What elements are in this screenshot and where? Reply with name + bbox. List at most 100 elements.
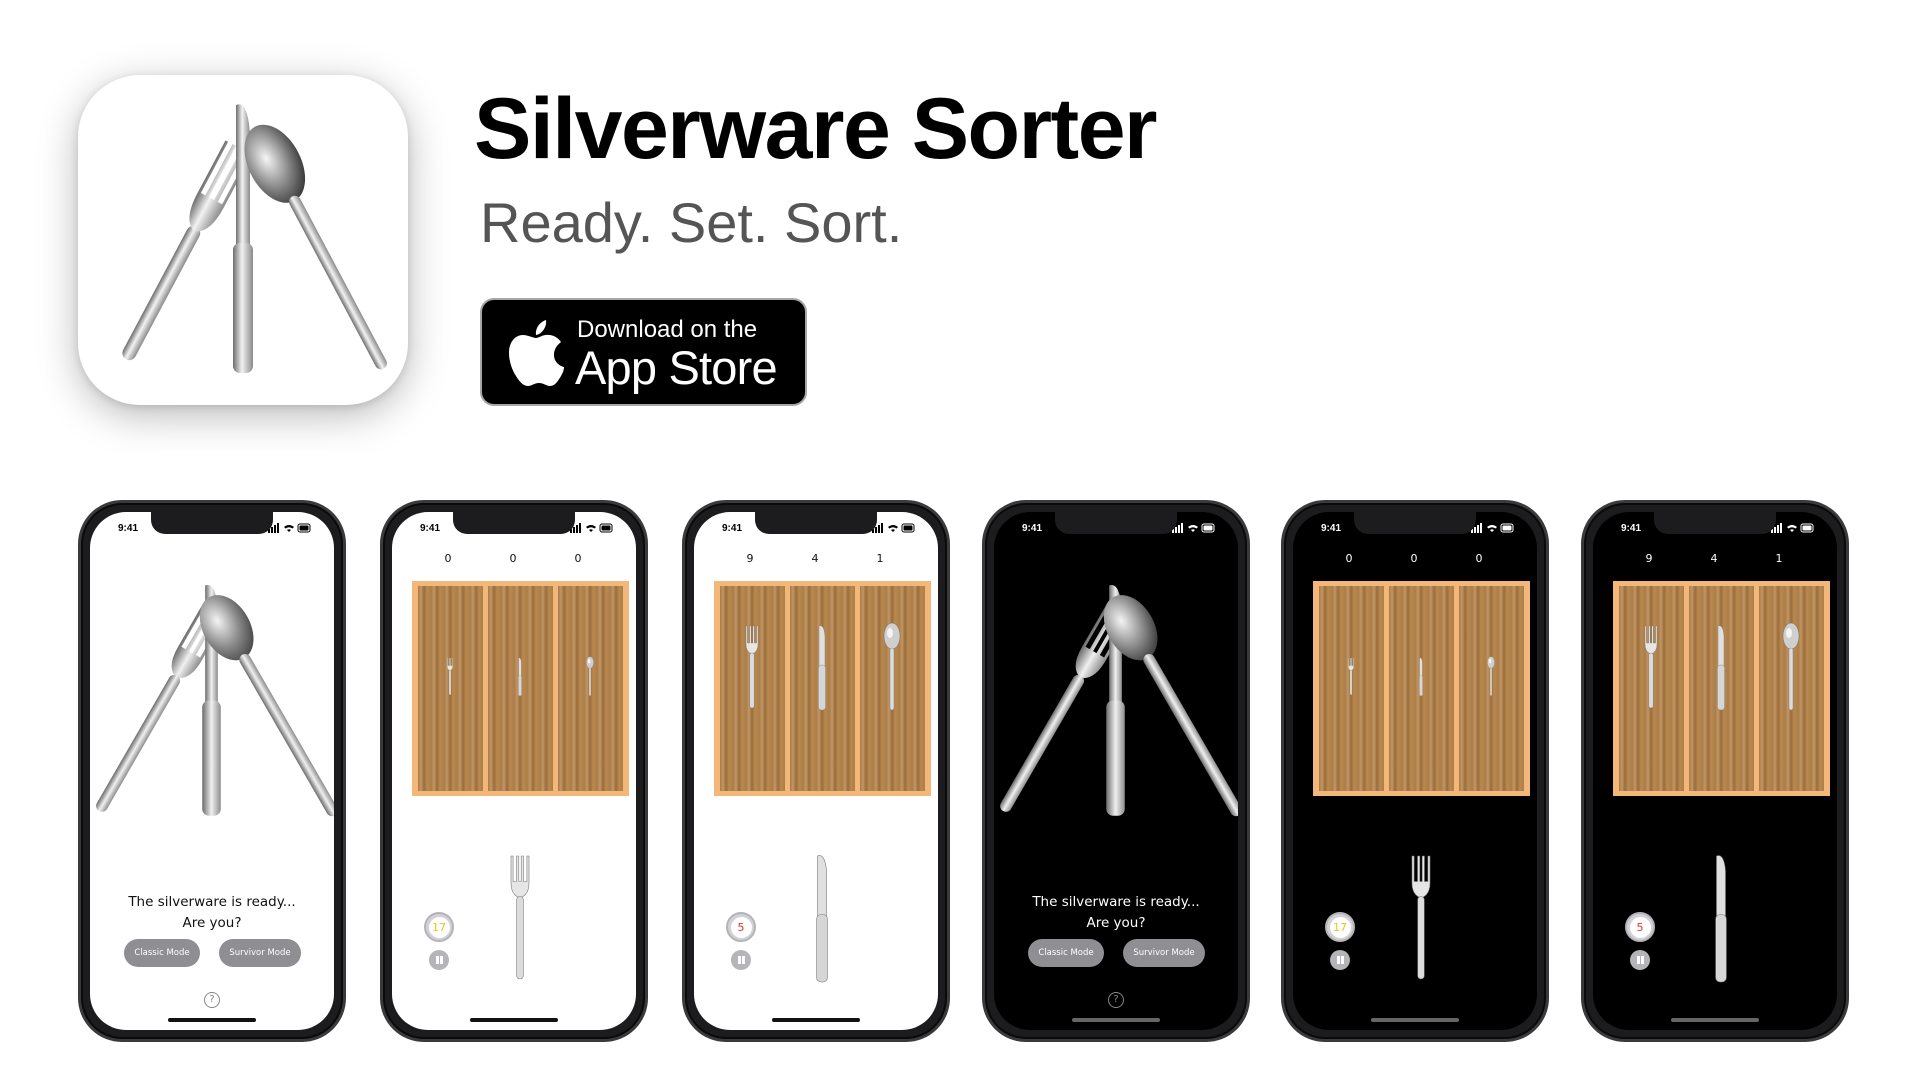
phone-screenshot: 9:41 9 4 1 5	[1581, 500, 1849, 1042]
fork-score: 9	[746, 552, 754, 565]
fork-score: 9	[1645, 552, 1653, 565]
score-row: 0 0 0	[1293, 552, 1537, 568]
spoon-score: 1	[1775, 552, 1783, 565]
status-bar-icons	[872, 523, 915, 533]
notch	[1055, 512, 1177, 534]
phone-screenshot: 9:41 The silverware is ready... Are you?…	[982, 500, 1250, 1042]
phone-screen: 9:41 0 0 0 17	[392, 512, 636, 1030]
screenshot-gallery: 9:41 The silverware is ready... Are you?…	[0, 0, 1920, 1080]
survivor-mode-button[interactable]: Survivor Mode	[219, 939, 301, 967]
phone-screenshot: 9:41 The silverware is ready... Are you?…	[78, 500, 346, 1042]
knife-score: 4	[1710, 552, 1718, 565]
phone-screen: 9:41 0 0 0 17	[1293, 512, 1537, 1030]
fork-slot[interactable]	[720, 586, 785, 791]
spoon-slot[interactable]	[558, 586, 623, 791]
knife-slot[interactable]	[488, 586, 553, 791]
cutlery-illustration	[1000, 584, 1238, 817]
classic-mode-button[interactable]: Classic Mode	[1028, 939, 1104, 967]
fork-slot[interactable]	[418, 586, 483, 791]
notch	[1354, 512, 1476, 534]
pause-button[interactable]	[1330, 950, 1350, 970]
countdown-timer: 5	[1625, 912, 1655, 942]
notch	[1654, 512, 1776, 534]
phone-screen: 9:41 The silverware is ready... Are you?…	[994, 512, 1238, 1030]
countdown-timer: 5	[726, 912, 756, 942]
spoon-slot[interactable]	[1759, 586, 1824, 791]
notch	[151, 512, 273, 534]
status-time: 9:41	[1321, 523, 1342, 534]
prompt-line-2: Are you?	[182, 915, 242, 931]
status-time: 9:41	[118, 523, 139, 534]
help-icon[interactable]: ?	[204, 992, 220, 1008]
phone-screen: 9:41 9 4 1 5	[694, 512, 938, 1030]
incoming-knife-icon[interactable]	[802, 852, 842, 992]
home-indicator	[168, 1018, 256, 1022]
prompt-line-1: The silverware is ready...	[128, 894, 296, 910]
score-row: 9 4 1	[694, 552, 938, 568]
knife-icon	[1717, 625, 1725, 711]
sorting-tray	[412, 581, 629, 796]
knife-icon	[1419, 657, 1423, 696]
fork-icon	[447, 657, 453, 695]
knife-slot[interactable]	[1389, 586, 1454, 791]
spoon-icon	[1782, 622, 1800, 711]
knife-score: 0	[1410, 552, 1418, 565]
sorting-tray	[714, 581, 931, 796]
knife-icon	[818, 625, 826, 711]
notch	[453, 512, 575, 534]
status-bar-icons	[268, 523, 311, 533]
pause-button[interactable]	[731, 950, 751, 970]
status-bar-icons	[570, 523, 613, 533]
prompt-line-1: The silverware is ready...	[1032, 894, 1200, 910]
help-icon[interactable]: ?	[1108, 992, 1124, 1008]
countdown-timer: 17	[1325, 912, 1355, 942]
home-indicator	[1072, 1018, 1160, 1022]
home-indicator	[470, 1018, 558, 1022]
spoon-slot[interactable]	[860, 586, 925, 791]
status-time: 9:41	[1621, 523, 1642, 534]
timer-value: 5	[737, 920, 745, 934]
knife-icon	[816, 855, 828, 983]
home-indicator	[1671, 1018, 1759, 1022]
fork-icon	[1348, 657, 1354, 695]
fork-slot[interactable]	[1619, 586, 1684, 791]
pause-button[interactable]	[1630, 950, 1650, 970]
status-time: 9:41	[420, 523, 441, 534]
spoon-score: 0	[574, 552, 582, 565]
incoming-knife-icon[interactable]	[1701, 852, 1741, 992]
prompt-line-2: Are you?	[1086, 915, 1146, 931]
spoon-score: 1	[876, 552, 884, 565]
phone-screenshot: 9:41 9 4 1 5	[682, 500, 950, 1042]
phone-screenshot: 9:41 0 0 0 17	[380, 500, 648, 1042]
home-indicator	[772, 1018, 860, 1022]
spoon-slot[interactable]	[1459, 586, 1524, 791]
spoon-icon	[586, 656, 594, 696]
sorting-tray	[1313, 581, 1530, 796]
knife-slot[interactable]	[1689, 586, 1754, 791]
knife-icon	[1715, 855, 1727, 983]
spoon-icon	[883, 622, 901, 711]
incoming-fork-icon[interactable]	[500, 852, 540, 992]
spoon-score: 0	[1475, 552, 1483, 565]
knife-slot[interactable]	[790, 586, 855, 791]
fork-icon	[1411, 855, 1431, 980]
classic-mode-button[interactable]: Classic Mode	[124, 939, 200, 967]
score-row: 9 4 1	[1593, 552, 1837, 568]
fork-icon	[1644, 625, 1658, 709]
survivor-mode-button[interactable]: Survivor Mode	[1123, 939, 1205, 967]
timer-value: 5	[1636, 920, 1644, 934]
knife-score: 0	[509, 552, 517, 565]
fork-slot[interactable]	[1319, 586, 1384, 791]
incoming-fork-icon[interactable]	[1401, 852, 1441, 992]
score-row: 0 0 0	[392, 552, 636, 568]
spoon-icon	[1487, 656, 1495, 696]
timer-value: 17	[432, 920, 446, 934]
countdown-timer: 17	[424, 912, 454, 942]
phone-screen: 9:41 9 4 1 5	[1593, 512, 1837, 1030]
pause-button[interactable]	[429, 950, 449, 970]
status-time: 9:41	[722, 523, 743, 534]
ready-prompt: The silverware is ready... Are you?	[994, 892, 1238, 934]
status-bar-icons	[1771, 523, 1814, 533]
status-time: 9:41	[1022, 523, 1043, 534]
fork-score: 0	[444, 552, 452, 565]
